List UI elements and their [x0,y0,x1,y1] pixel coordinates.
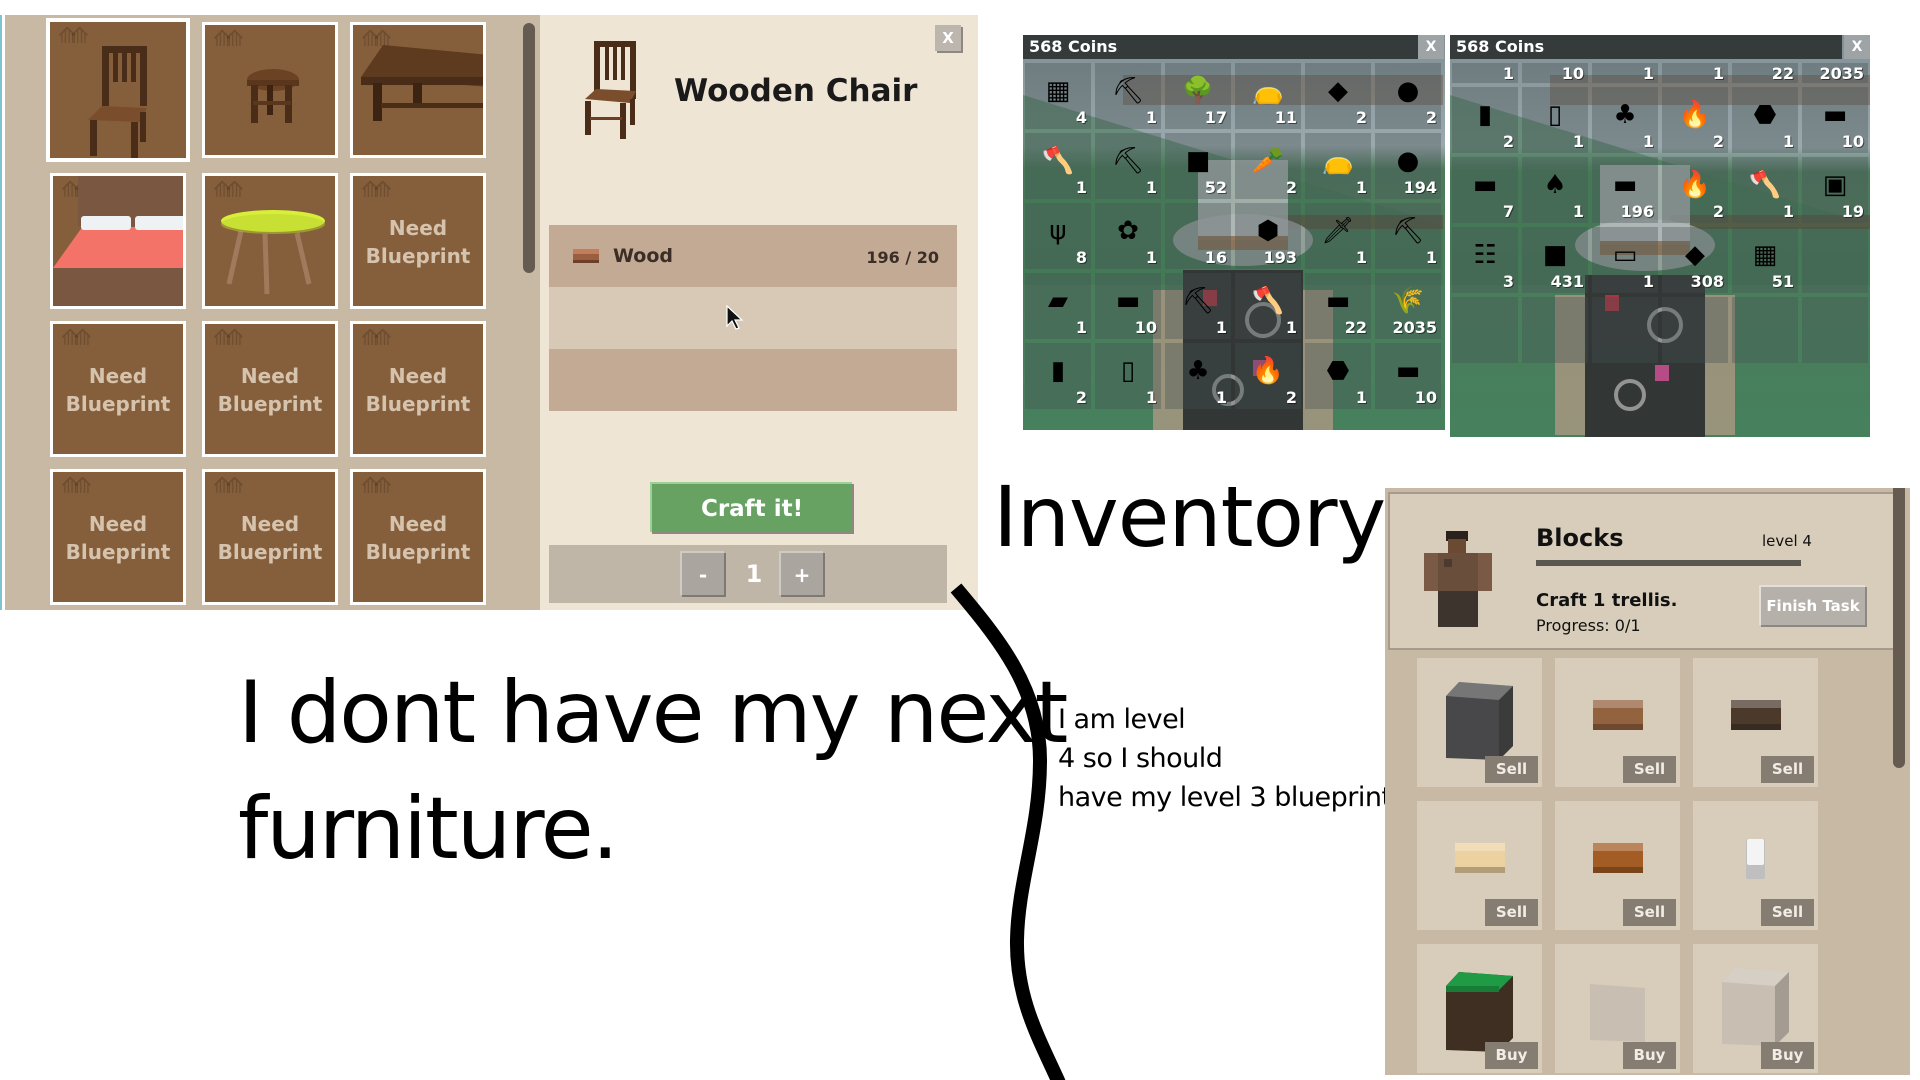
block-shop-item: Buy [1555,944,1680,1073]
block-shop-item: Sell [1693,801,1818,930]
side-annotation-line: I am level [1058,704,1186,735]
block-shop-item: Sell [1555,658,1680,787]
scrollbar[interactable] [1893,488,1905,768]
block-shop-item: Sell [1693,658,1818,787]
sell-button[interactable]: Sell [1761,899,1814,926]
sell-button[interactable]: Sell [1485,756,1538,783]
block-shop-item: Sell [1417,801,1542,930]
main-annotation: I dont have my next furniture. [238,655,1068,887]
npc-avatar-icon [1424,531,1492,627]
sell-button[interactable]: Sell [1623,756,1676,783]
buy-button[interactable]: Buy [1761,1042,1814,1069]
main-annotation-line: furniture. [238,779,619,879]
sell-button[interactable]: Sell [1761,756,1814,783]
npc-level: level 4 [1762,532,1812,550]
buy-button[interactable]: Buy [1485,1042,1538,1069]
main-annotation-line: I dont have my next [238,663,1068,763]
block-shop-item: Sell [1555,801,1680,930]
block-shop-item: Buy [1693,944,1818,1073]
buy-button[interactable]: Buy [1623,1042,1676,1069]
side-annotation-line: have my level 3 blueprint. [1058,782,1400,813]
block-shop-item: Buy [1417,944,1542,1073]
side-annotation: I am level 4 so I should have my level 3… [1058,700,1400,817]
finish-task-button[interactable]: Finish Task [1759,585,1865,625]
sell-button[interactable]: Sell [1623,899,1676,926]
quest-card: Blocks level 4 Craft 1 trellis. Progress… [1388,492,1896,650]
npc-name: Blocks [1536,524,1624,552]
block-shop-item: Sell [1417,658,1542,787]
side-annotation-line: 4 so I should [1058,743,1223,774]
task-progress: Progress: 0/1 [1536,616,1641,635]
level-progress-bar [1536,560,1801,566]
inventory-annotation: Inventory [993,468,1386,566]
sell-button[interactable]: Sell [1485,899,1538,926]
task-description: Craft 1 trellis. [1536,590,1678,611]
quest-panel: Blocks level 4 Craft 1 trellis. Progress… [1385,488,1910,1075]
